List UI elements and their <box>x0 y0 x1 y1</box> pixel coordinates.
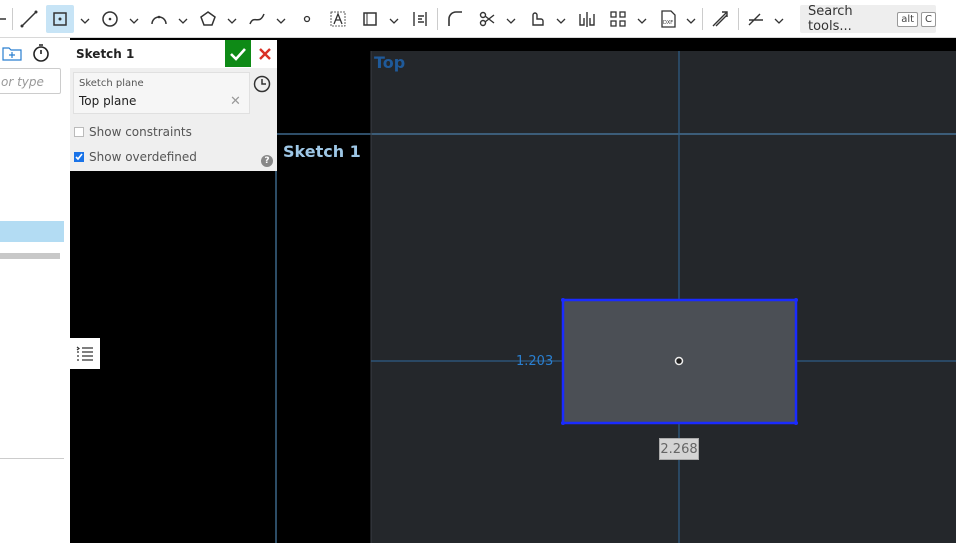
point-icon[interactable] <box>295 7 319 31</box>
panel-divider <box>0 458 64 459</box>
show-constraints-label: Show constraints <box>89 125 192 139</box>
search-tools-label: Search tools... <box>808 4 853 34</box>
fillet-icon[interactable] <box>443 7 467 31</box>
add-folder-icon[interactable] <box>2 44 22 62</box>
show-overdefined-checkbox[interactable] <box>74 152 84 162</box>
sketch-dialog: Sketch 1 Sketch plane Top plane ✕ Show c… <box>70 40 277 171</box>
chevron-down-icon[interactable] <box>506 12 516 24</box>
accept-button[interactable] <box>225 40 251 67</box>
polygon-icon[interactable] <box>196 7 220 31</box>
toolbar-separator <box>437 8 438 30</box>
shortcut-key-alt: alt <box>897 11 919 27</box>
chevron-down-icon[interactable] <box>686 12 696 24</box>
circle-icon[interactable] <box>98 7 122 31</box>
chevron-down-icon[interactable] <box>227 12 237 24</box>
feature-list-panel: or type <box>0 38 70 543</box>
rollback-timer-icon[interactable] <box>31 43 51 63</box>
horizontal-dimension[interactable]: 2.268 <box>659 438 699 460</box>
chevron-down-icon[interactable] <box>80 12 90 24</box>
list-icon <box>76 346 93 361</box>
rectangle-corner-point <box>794 298 798 302</box>
dxf-import-icon[interactable]: DXF <box>656 7 680 31</box>
feature-list-toggle[interactable] <box>70 338 100 369</box>
overflow-icon[interactable] <box>0 7 18 31</box>
chevron-down-icon[interactable] <box>178 12 188 24</box>
dialog-header: Sketch 1 <box>70 40 277 68</box>
trim-icon[interactable] <box>475 7 499 31</box>
dialog-title[interactable]: Sketch 1 <box>76 47 134 61</box>
cancel-button[interactable] <box>253 40 277 67</box>
chevron-down-icon[interactable] <box>556 12 566 24</box>
toolbar-separator <box>738 8 739 30</box>
construction-icon[interactable] <box>358 7 382 31</box>
shortcut-key-c: C <box>921 11 936 27</box>
chevron-down-icon[interactable] <box>389 12 399 24</box>
sketch-plane-label: Sketch plane <box>79 78 144 89</box>
mirror-icon[interactable] <box>575 7 599 31</box>
feature-list-scrollbar[interactable] <box>0 253 60 259</box>
offset-icon[interactable] <box>708 7 732 31</box>
toolbar-separator <box>702 8 703 30</box>
line-icon[interactable] <box>17 7 41 31</box>
close-icon <box>259 47 271 60</box>
sketch-label: Sketch 1 <box>283 142 361 161</box>
pattern-icon[interactable] <box>606 7 630 31</box>
svg-text:DXF: DXF <box>663 20 673 26</box>
show-constraints-checkbox[interactable] <box>74 127 84 137</box>
constraint-icon[interactable] <box>744 7 768 31</box>
show-overdefined-label: Show overdefined <box>89 150 197 164</box>
rectangle-corner-point <box>561 421 565 425</box>
top-plane-surface <box>371 51 956 543</box>
chevron-down-icon[interactable] <box>129 12 139 24</box>
spline-icon[interactable] <box>245 7 269 31</box>
clear-plane-icon[interactable]: ✕ <box>230 94 241 109</box>
text-icon[interactable] <box>326 7 350 31</box>
sketch-toolbar: DXF Search tools... alt C <box>0 0 956 38</box>
help-icon[interactable]: ? <box>261 155 273 167</box>
feature-search-input[interactable]: or type <box>0 68 61 94</box>
chevron-down-icon[interactable] <box>637 12 647 24</box>
chevron-down-icon[interactable] <box>774 12 784 24</box>
show-overdefined-row[interactable]: Show overdefined <box>74 150 197 164</box>
search-tools-button[interactable]: Search tools... alt C <box>800 4 936 34</box>
rectangle-corner-point <box>561 298 565 302</box>
show-constraints-row[interactable]: Show constraints <box>74 125 192 139</box>
sketch-plane-value: Top plane <box>79 94 137 108</box>
chevron-down-icon[interactable] <box>276 12 286 24</box>
toolbar-separator <box>12 8 13 30</box>
rectangle-corner-point <box>794 421 798 425</box>
plane-name-label: Top <box>374 53 406 72</box>
history-clock-icon[interactable] <box>252 74 274 96</box>
selected-feature-row[interactable] <box>0 221 64 242</box>
rectangle-icon[interactable] <box>46 5 74 33</box>
sketch-plane-field[interactable]: Sketch plane Top plane ✕ <box>73 72 250 114</box>
origin-point <box>674 356 684 366</box>
arc-icon[interactable] <box>147 7 171 31</box>
dimension-icon[interactable] <box>408 7 432 31</box>
check-icon <box>230 47 246 61</box>
vertical-dimension[interactable]: 1.203 <box>516 354 553 369</box>
use-icon[interactable] <box>525 7 549 31</box>
